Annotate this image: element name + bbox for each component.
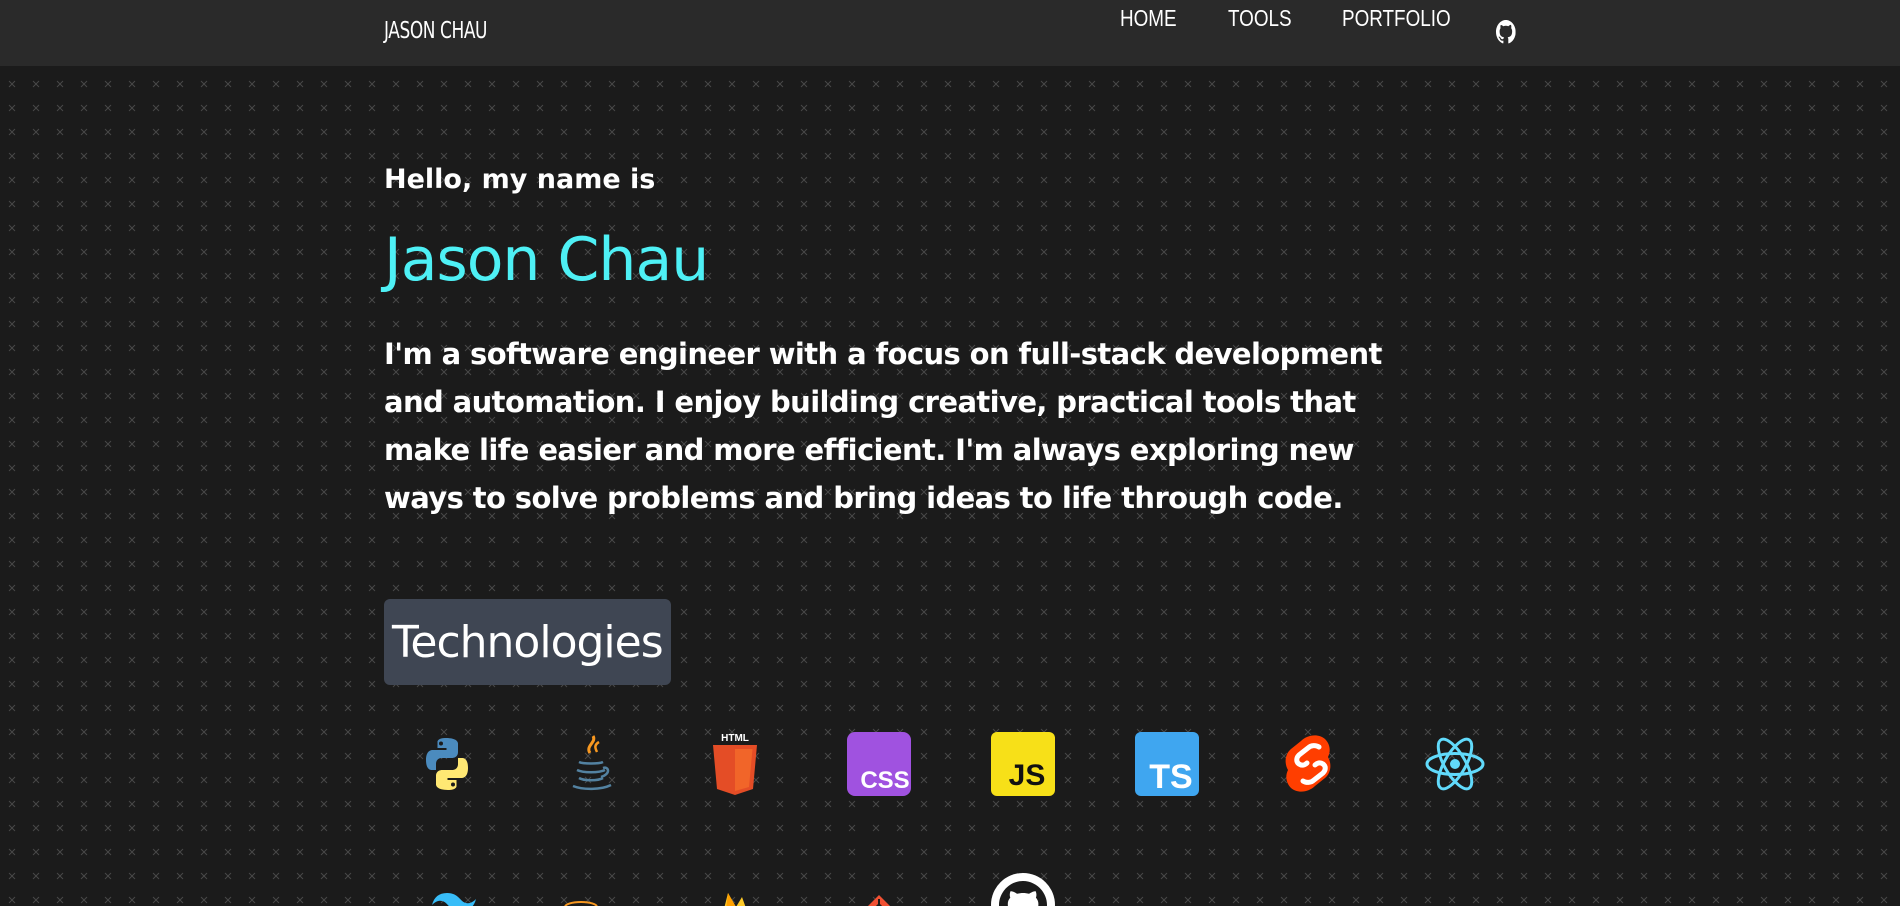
typescript-icon: TS [1134,731,1200,797]
nav-tools-link[interactable]: TOOLS [1228,5,1292,32]
tailwind-icon [414,872,480,906]
top-navbar: JASON CHAU HOME TOOLS PORTFOLIO [0,0,1900,66]
git-icon [846,872,912,906]
github-icon[interactable] [1496,20,1516,44]
react-icon [1422,731,1488,797]
brand-link[interactable]: JASON CHAU [384,18,487,44]
greeting-text: Hello, my name is [384,164,656,195]
nav-home-link[interactable]: HOME [1120,5,1177,32]
svelte-icon [1278,731,1344,797]
svg-text:HTML: HTML [721,733,749,744]
hero-bio: I'm a software engineer with a focus on … [384,337,1382,515]
javascript-icon: JS [990,731,1056,797]
github-icon [990,872,1056,906]
html5-icon: HTML [702,731,768,797]
css-icon: CSS [846,731,912,797]
java-icon [558,731,624,797]
hero-name: Jason Chau [384,225,709,295]
svg-text:JS: JS [1009,759,1046,792]
nav-portfolio-link[interactable]: PORTFOLIO [1342,5,1451,32]
technologies-heading: Technologies [384,599,671,685]
database-icon [558,872,624,906]
python-icon [414,731,480,797]
svg-text:CSS: CSS [860,767,909,794]
firebase-icon [702,872,768,906]
svg-text:TS: TS [1149,758,1192,796]
